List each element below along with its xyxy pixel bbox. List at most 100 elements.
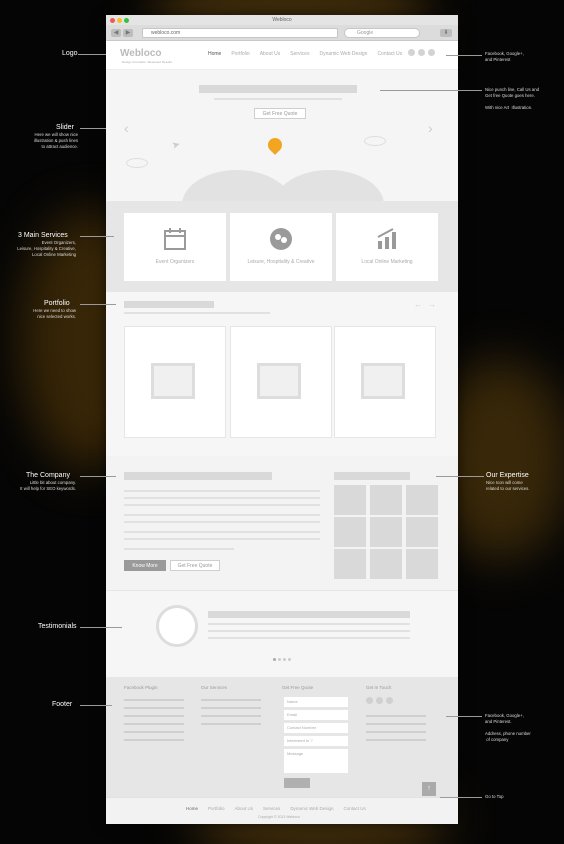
expertise-icon — [370, 485, 402, 515]
testimonial-pager[interactable] — [273, 658, 291, 661]
nav-dynamic-web-design[interactable]: Dynamic Web Design — [319, 51, 367, 57]
footer-nav: Home Portfolio About Us Services Dynamic… — [186, 806, 366, 811]
service-card-leisure[interactable]: Leisure, Hospitality & Creative — [230, 213, 332, 281]
go-to-top-button[interactable]: ↑ — [422, 782, 436, 796]
pinterest-icon[interactable] — [386, 697, 393, 704]
image-placeholder-icon — [151, 363, 195, 399]
annotation-services-text: Event Organizers, Leisure, Hospitality &… — [17, 240, 76, 258]
email-field[interactable]: Email — [284, 710, 348, 720]
arrow-left-icon[interactable]: ← — [414, 300, 422, 309]
expertise-icon — [334, 485, 366, 515]
download-icon[interactable]: ⬇ — [440, 29, 452, 37]
nav-contact[interactable]: Contact Us — [377, 51, 402, 57]
contact-number-field[interactable]: Contact Number — [284, 723, 348, 733]
text-line — [124, 731, 184, 733]
nav-portfolio[interactable]: Portfolio — [231, 51, 249, 57]
message-field[interactable]: Message — [284, 749, 348, 773]
service-label: Event Organizers — [155, 259, 195, 265]
text-line — [201, 707, 261, 709]
company-title — [124, 472, 272, 480]
portfolio-item[interactable] — [124, 326, 226, 438]
text-line — [366, 739, 426, 741]
slider-next-icon[interactable]: › — [428, 120, 433, 136]
text-line — [124, 538, 320, 540]
expertise-icon — [406, 517, 438, 547]
pinterest-icon[interactable] — [428, 49, 435, 56]
image-placeholder-icon — [361, 363, 405, 399]
cloud-icon — [364, 136, 386, 146]
footer-nav-portfolio[interactable]: Portfolio — [208, 806, 225, 811]
annotation-expertise-title: Our Expertise — [486, 472, 529, 479]
text-line — [208, 623, 410, 625]
text-line — [366, 715, 426, 717]
slider-prev-icon[interactable]: ‹ — [124, 120, 129, 136]
connector — [380, 90, 482, 91]
footer: Facebook Plugin Our Services Get Free Qu… — [106, 677, 458, 797]
connector — [80, 705, 112, 706]
name-field[interactable]: Name — [284, 697, 348, 707]
company-section: Know More Get Free Quote — [106, 456, 458, 590]
know-more-button[interactable]: Know More — [124, 560, 166, 571]
connector — [78, 54, 106, 55]
google-plus-icon[interactable] — [376, 697, 383, 704]
logo-tagline: Design Innovation. Measured Results. — [122, 60, 173, 64]
annotation-top: Go to Top — [485, 794, 504, 799]
arrow-right-icon[interactable]: → — [428, 300, 436, 309]
text-line — [366, 723, 426, 725]
annotation-slider-text: Here we will show nice illustration & pu… — [34, 132, 78, 150]
nav-home[interactable]: Home — [208, 51, 221, 57]
footer-heading: Our Services — [201, 685, 228, 690]
google-plus-icon[interactable] — [418, 49, 425, 56]
logo[interactable]: Webloco — [120, 48, 161, 59]
service-card-marketing[interactable]: Local Online Marketing — [336, 213, 438, 281]
interest-select[interactable]: Interested In ? — [284, 736, 348, 746]
facebook-icon[interactable] — [408, 49, 415, 56]
text-line — [124, 521, 320, 523]
submit-button[interactable] — [284, 778, 310, 788]
browser-toolbar: ◀ ▶ webloco.com Google ⬇ — [106, 25, 458, 41]
nav-services[interactable]: Services — [290, 51, 309, 57]
expertise-icon — [370, 549, 402, 579]
footer-nav-services[interactable]: Services — [263, 806, 280, 811]
portfolio-item[interactable] — [230, 326, 332, 438]
text-line — [124, 739, 184, 741]
back-icon[interactable]: ◀ — [111, 29, 121, 37]
close-icon[interactable] — [110, 18, 115, 23]
service-card-events[interactable]: Event Organizers — [124, 213, 226, 281]
forward-icon[interactable]: ▶ — [123, 29, 133, 37]
footer-nav-dynamic-web-design[interactable]: Dynamic Web Design — [290, 806, 333, 811]
text-line — [208, 630, 410, 632]
footer-social — [366, 697, 393, 704]
search-input[interactable]: Google — [344, 28, 420, 38]
facebook-icon[interactable] — [366, 697, 373, 704]
company-quote-button[interactable]: Get Free Quote — [170, 560, 220, 571]
portfolio-item[interactable] — [334, 326, 436, 438]
connector — [80, 236, 114, 237]
annotation-testimonials: Testimonials — [38, 623, 77, 630]
minimize-icon[interactable] — [117, 18, 122, 23]
annotation-portfolio-title: Portfolio — [44, 300, 70, 307]
service-label: Leisure, Hospitality & Creative — [247, 259, 315, 265]
testimonials-section — [106, 590, 458, 677]
annotation-logo: Logo — [62, 50, 78, 57]
hero-quote-button[interactable]: Get Free Quote — [254, 108, 306, 119]
nav-about[interactable]: About Us — [260, 51, 281, 57]
footer-nav-home[interactable]: Home — [186, 806, 198, 811]
maximize-icon[interactable] — [124, 18, 129, 23]
text-line — [366, 731, 426, 733]
expertise-icon — [334, 517, 366, 547]
footer-nav-about[interactable]: About Us — [235, 806, 254, 811]
browser-window: Webloco ◀ ▶ webloco.com Google ⬇ Webloco… — [106, 15, 458, 824]
testimonial-title — [208, 611, 410, 618]
footer-nav-contact[interactable]: Contact Us — [344, 806, 366, 811]
annotation-slider-title: Slider — [56, 124, 74, 131]
url-bar[interactable]: webloco.com — [142, 28, 338, 38]
text-line — [124, 707, 184, 709]
text-line — [201, 723, 261, 725]
annotation-services-title: 3 Main Services — [18, 232, 68, 239]
growth-chart-icon — [377, 228, 396, 249]
connector — [440, 797, 482, 798]
paper-plane-icon: ➤ — [170, 139, 182, 152]
connector — [80, 128, 106, 129]
punch-subline — [214, 98, 342, 100]
